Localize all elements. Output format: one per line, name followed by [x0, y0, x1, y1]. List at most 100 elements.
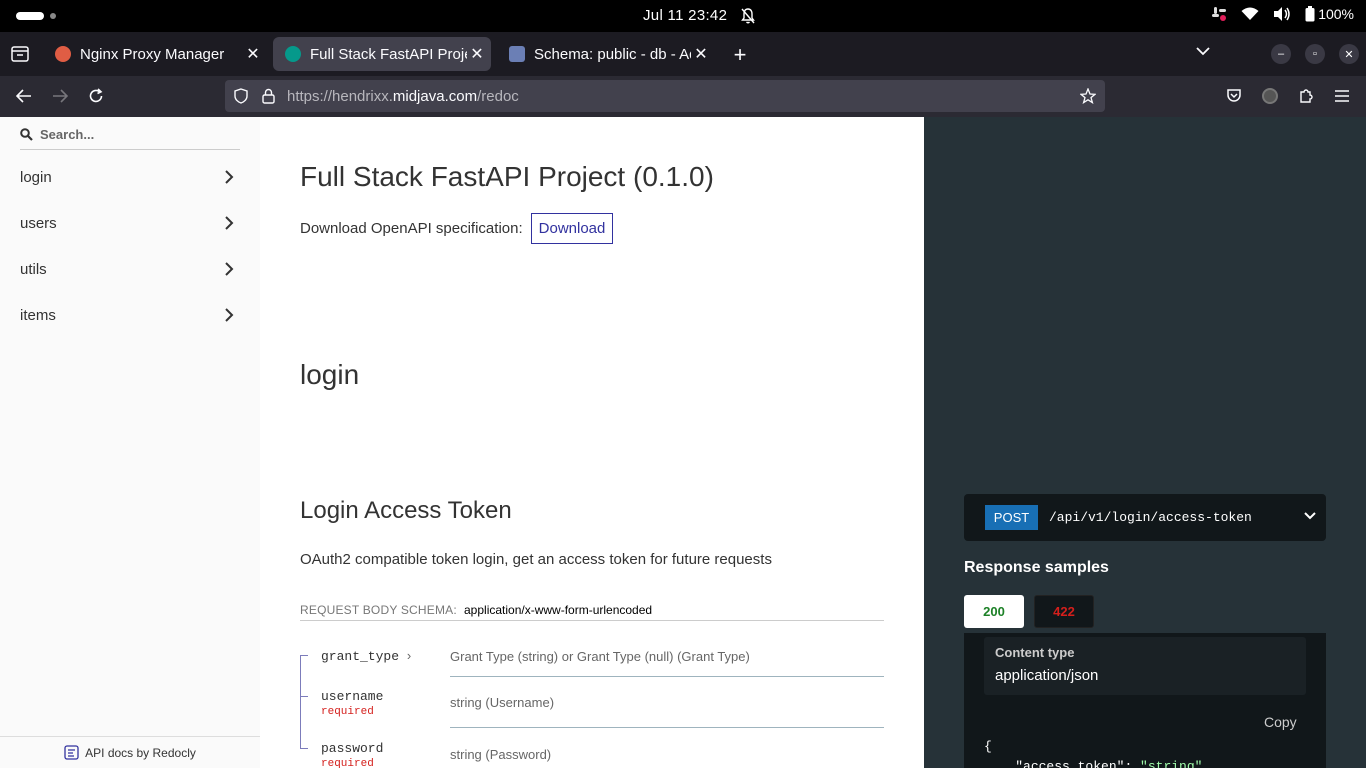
tracking-protection-shield-icon[interactable] [234, 88, 248, 104]
tab-response-200[interactable]: 200 [964, 595, 1024, 628]
operation-description: OAuth2 compatible token login, get an ac… [300, 551, 772, 568]
redocly-footer-link[interactable]: API docs by Redocly [0, 736, 260, 768]
param-required: required [321, 706, 374, 718]
workspace-dot[interactable] [50, 13, 56, 19]
sidebar-item-login[interactable]: login [0, 160, 260, 196]
param-type: Grant Type (string) or Grant Type (null)… [450, 649, 750, 664]
volume-icon[interactable] [1273, 6, 1291, 22]
param-row-grant-type: grant_type › Grant Type (string) or Gran… [300, 639, 884, 677]
copy-button[interactable]: Copy [1264, 714, 1297, 730]
reload-icon [89, 88, 103, 103]
section-title-login: login [300, 359, 360, 390]
content-type-label: Content type [995, 645, 1075, 660]
redocly-footer-text: API docs by Redocly [85, 745, 196, 760]
maximize-window-button[interactable]: ▫ [1305, 44, 1325, 64]
close-window-button[interactable]: ✕ [1339, 44, 1359, 64]
endpoint-bar[interactable]: POST /api/v1/login/access-token [964, 494, 1326, 541]
list-all-tabs-icon[interactable] [1195, 46, 1211, 56]
tree-tick [300, 655, 308, 656]
download-text: Download OpenAPI specification: [300, 220, 523, 237]
json-brace: { [984, 739, 992, 754]
close-tab-icon[interactable]: ✕ [467, 44, 487, 64]
search-box[interactable] [20, 125, 240, 150]
json-sample: { "access_token": "string" [984, 737, 1202, 768]
search-input[interactable] [40, 127, 230, 142]
tab-response-422[interactable]: 422 [1034, 595, 1094, 628]
api-docs-content: Full Stack FastAPI Project (0.1.0) Downl… [260, 117, 924, 768]
redocly-logo-icon [64, 745, 79, 760]
wifi-icon[interactable] [1241, 7, 1259, 21]
chevron-right-icon [225, 308, 234, 322]
endpoint-path: /api/v1/login/access-token [1049, 510, 1252, 525]
url-text[interactable]: https://hendrixx.midjava.com/redoc [287, 88, 519, 105]
battery-percent: 100% [1318, 6, 1354, 22]
reload-button[interactable] [86, 86, 106, 106]
tab-nginx-proxy-manager[interactable]: Nginx Proxy Manager ✕ [43, 37, 267, 71]
search-icon [20, 128, 33, 141]
param-row-password: password required string (Password) [300, 729, 884, 768]
content-type-value: application/json [995, 667, 1099, 684]
download-row: Download OpenAPI specification: Download [300, 213, 614, 244]
sidebar-item-users[interactable]: users [0, 206, 260, 242]
notifications-muted-icon [741, 8, 755, 24]
battery-icon[interactable] [1305, 6, 1315, 22]
browser-nav-bar: https://hendrixx.midjava.com/redoc [0, 76, 1366, 117]
operation-title: Login Access Token [300, 497, 512, 524]
adminer-favicon-icon [509, 46, 525, 62]
forward-arrow-icon [53, 89, 68, 103]
web-page: login users utils items API docs by Redo… [0, 117, 1366, 768]
back-button[interactable] [14, 86, 34, 106]
download-button[interactable]: Download [530, 213, 614, 244]
chevron-right-icon [225, 216, 234, 230]
minimize-window-button[interactable]: – [1271, 44, 1291, 64]
param-row-username: username required string (Username) [300, 677, 884, 729]
param-required: required [321, 758, 374, 768]
response-sample-box: Content type application/json Copy { "ac… [964, 633, 1326, 768]
tree-tick [300, 696, 308, 697]
param-name-text: grant_type [321, 649, 400, 664]
bookmark-star-icon[interactable] [1080, 88, 1096, 104]
close-tab-icon[interactable]: ✕ [243, 44, 263, 64]
forward-button[interactable] [50, 86, 70, 106]
param-type: string (Username) [450, 695, 555, 710]
param-separator [450, 727, 884, 728]
account-avatar[interactable] [1262, 88, 1278, 104]
expand-chevron-icon[interactable]: › [407, 648, 411, 663]
extensions-puzzle-icon[interactable] [1298, 87, 1315, 104]
new-tab-button[interactable]: + [730, 42, 750, 68]
workspace-indicator[interactable] [16, 12, 44, 20]
schema-label: REQUEST BODY SCHEMA: [300, 603, 457, 617]
sidebar-item-label: items [20, 307, 56, 324]
clock[interactable]: Jul 11 23:42 [643, 7, 727, 24]
lock-icon[interactable] [262, 88, 275, 104]
url-host: midjava.com [392, 88, 478, 105]
pocket-icon[interactable] [1226, 88, 1242, 104]
sidebar-item-items[interactable]: items [0, 298, 260, 334]
menu-hamburger-icon[interactable] [1334, 89, 1350, 103]
tree-line [300, 729, 301, 748]
param-name[interactable]: grant_type › [321, 648, 411, 664]
param-name: password [321, 741, 384, 756]
chevron-right-icon [225, 262, 234, 276]
tab-manager-icon[interactable] [11, 46, 29, 62]
response-samples-title: Response samples [964, 559, 1109, 576]
param-name: username [321, 689, 384, 704]
redoc-sidebar: login users utils items API docs by Redo… [0, 117, 260, 768]
address-bar[interactable]: https://hendrixx.midjava.com/redoc [225, 80, 1105, 112]
json-value: "string" [1140, 759, 1203, 768]
sidebar-item-label: login [20, 169, 52, 186]
back-arrow-icon [16, 89, 31, 103]
chevron-down-icon [1304, 512, 1316, 520]
content-type-selector[interactable]: Content type application/json [984, 637, 1306, 695]
url-path: /redoc [477, 88, 519, 105]
param-type: string (Password) [450, 747, 552, 762]
sidebar-item-utils[interactable]: utils [0, 252, 260, 288]
tab-adminer[interactable]: Schema: public - db - Adminer ✕ [497, 37, 715, 71]
slack-icon[interactable] [1211, 6, 1227, 22]
nginx-favicon-icon [55, 46, 71, 62]
system-tray[interactable]: 100% [1211, 6, 1354, 22]
request-body-schema-header: REQUEST BODY SCHEMA: application/x-www-f… [300, 603, 884, 621]
fastapi-favicon-icon [285, 46, 301, 62]
close-tab-icon[interactable]: ✕ [691, 44, 711, 64]
tab-fastapi-project[interactable]: Full Stack FastAPI Project ✕ [273, 37, 491, 71]
